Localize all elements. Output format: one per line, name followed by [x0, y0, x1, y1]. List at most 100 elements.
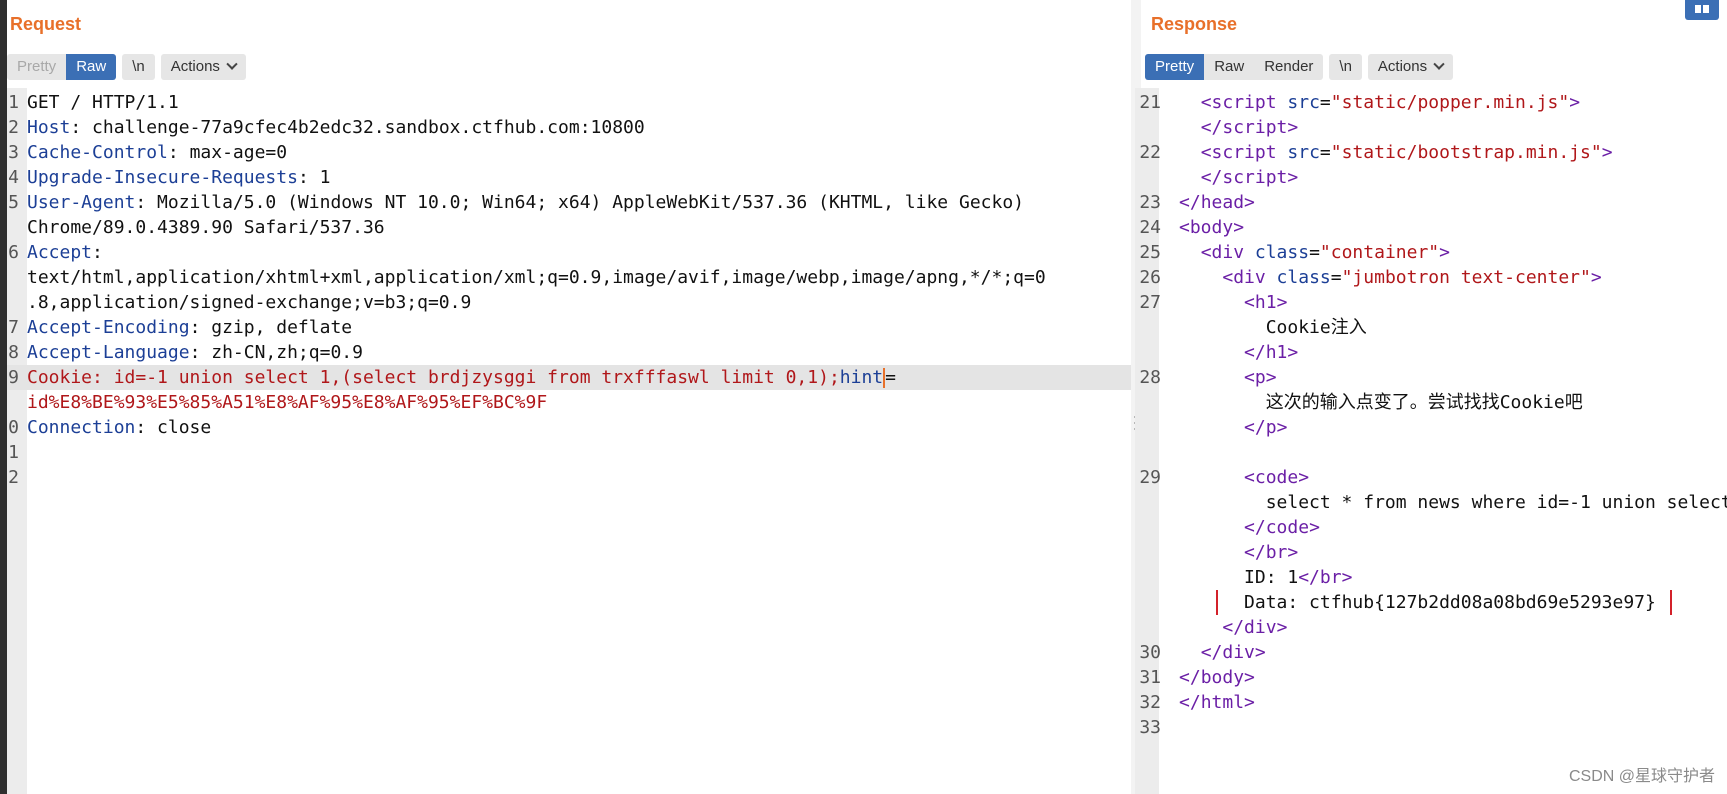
- code-line: 29 <code>: [1131, 465, 1727, 490]
- line-number: 31: [1139, 667, 1161, 688]
- line-content: id%E8%BE%93%E5%85%A51%E8%AF%95%E8%AF%95%…: [27, 392, 547, 413]
- request-raw-tab[interactable]: Raw: [66, 54, 117, 80]
- line-number: 1: [8, 442, 19, 463]
- request-editor[interactable]: 1 GET / HTTP/1.1 2 Host: challenge-77a9cfec…: [7, 88, 1131, 794]
- code-line: 33: [1131, 715, 1727, 740]
- response-raw-tab[interactable]: Raw: [1204, 54, 1255, 80]
- code-line: 2: [7, 465, 1131, 490]
- token: <: [1200, 92, 1212, 113]
- line-number: [1131, 490, 1165, 515]
- token: Cookie:: [27, 367, 114, 388]
- token: </: [1200, 117, 1223, 138]
- token: head: [1200, 192, 1245, 213]
- token: ID: 1: [1244, 567, 1299, 588]
- line-text: [1165, 715, 1727, 740]
- token: body: [1200, 667, 1245, 688]
- token: id=-1 union select 1,(select brdjzysggi …: [113, 367, 840, 388]
- token: =: [1319, 92, 1331, 113]
- request-actions-menu[interactable]: Actions: [160, 54, 246, 80]
- line-content: </div>: [1201, 642, 1266, 663]
- line-number: 9: [8, 367, 19, 388]
- code-line: </code>: [1131, 515, 1727, 540]
- line-text: <div class="jumbotron text-center">: [1165, 265, 1727, 290]
- response-render-tab[interactable]: Render: [1254, 54, 1324, 80]
- token: >: [1244, 692, 1255, 713]
- token: html: [1200, 692, 1245, 713]
- token: script: [1211, 92, 1277, 113]
- token: div: [1233, 267, 1266, 288]
- line-content: 这次的输入点变了。尝试找找Cookie吧: [1266, 392, 1583, 413]
- line-text: </html>: [1165, 690, 1727, 715]
- request-newline-toggle[interactable]: \n: [122, 54, 155, 80]
- token: .8,application/signed-exchange;v=b3;q=0.…: [27, 292, 472, 313]
- response-newline-toggle[interactable]: \n: [1329, 54, 1362, 80]
- token: : close: [135, 417, 212, 438]
- code-line: 2 Host: challenge-77a9cfec4b2edc32.sandbo…: [7, 115, 1131, 140]
- token: </: [1222, 617, 1245, 638]
- line-content: </p>: [1244, 417, 1287, 438]
- token: br: [1265, 542, 1288, 563]
- line-number: 22: [1139, 142, 1161, 163]
- token: h1: [1265, 342, 1288, 363]
- line-number: 27: [1139, 292, 1161, 313]
- token: Cache-Control: [27, 142, 168, 163]
- token: =: [1309, 242, 1320, 263]
- token: </: [1179, 667, 1201, 688]
- token: "static/popper.min.js": [1330, 92, 1570, 113]
- response-pretty-tab[interactable]: Pretty: [1145, 54, 1205, 80]
- token: : gzip, deflate: [189, 317, 353, 338]
- line-content: Host: challenge-77a9cfec4b2edc32.sandbox…: [27, 117, 645, 138]
- line-content: <script src="static/bootstrap.min.js">: [1201, 142, 1613, 163]
- flag-highlight-box: [1216, 590, 1672, 615]
- token: </: [1179, 192, 1201, 213]
- token: </: [1298, 567, 1320, 588]
- line-number: [1131, 315, 1165, 340]
- code-line: [1131, 440, 1727, 465]
- token: "jumbotron text-center": [1341, 267, 1591, 288]
- code-line: 9 Cookie: id=-1 union select 1,(select br…: [7, 365, 1131, 390]
- token: script: [1222, 167, 1288, 188]
- code-line: .8,application/signed-exchange;v=b3;q=0.…: [7, 290, 1131, 315]
- line-content: </script>: [1201, 117, 1299, 138]
- token: code: [1254, 467, 1299, 488]
- token: 这次的输入点变了。尝试找找Cookie吧: [1265, 392, 1583, 413]
- line-text: [21, 440, 1131, 465]
- code-line: </h1>: [1131, 340, 1727, 365]
- line-content: </head>: [1179, 192, 1255, 213]
- token: </: [1244, 342, 1266, 363]
- response-actions-menu[interactable]: Actions: [1367, 54, 1454, 80]
- layout-toggle-icon[interactable]: [1685, 0, 1719, 20]
- line-content: select * from news where id=-1 union sel…: [1266, 492, 1727, 513]
- token: : zh-CN,zh;q=0.9: [189, 342, 363, 363]
- code-line: 27 <h1>: [1131, 290, 1727, 315]
- token: <: [1200, 242, 1212, 263]
- line-content: </code>: [1244, 517, 1320, 538]
- line-content: Cookie注入: [1266, 317, 1367, 338]
- token: : 1: [297, 167, 331, 188]
- request-toolbar: Pretty Raw \n Actions: [7, 54, 252, 80]
- line-text: select * from news where id=-1 union sel…: [1165, 490, 1727, 515]
- code-line: Cookie注入: [1131, 315, 1727, 340]
- token: br: [1319, 567, 1342, 588]
- token: =: [1319, 142, 1331, 163]
- line-text: Accept:: [21, 240, 1131, 265]
- line-content: </h1>: [1244, 342, 1298, 363]
- line-content: </div>: [1222, 617, 1287, 638]
- token: Connection: [27, 417, 136, 438]
- token: Accept: [27, 242, 93, 263]
- response-editor[interactable]: 21 <script src="static/popper.min.js"> <…: [1135, 88, 1727, 794]
- request-pretty-tab[interactable]: Pretty: [7, 54, 67, 80]
- token: >: [1254, 642, 1266, 663]
- line-content: <script src="static/popper.min.js">: [1201, 92, 1580, 113]
- line-number: [1131, 615, 1165, 640]
- chevron-down-icon: [226, 58, 238, 70]
- code-line: text/html,application/xhtml+xml,applicat…: [7, 265, 1131, 290]
- line-text: id%E8%BE%93%E5%85%A51%E8%AF%95%E8%AF%95%…: [21, 390, 1131, 415]
- token: Accept-Encoding: [27, 317, 190, 338]
- line-content: <h1>: [1244, 292, 1287, 313]
- request-actions-label: Actions: [170, 58, 220, 75]
